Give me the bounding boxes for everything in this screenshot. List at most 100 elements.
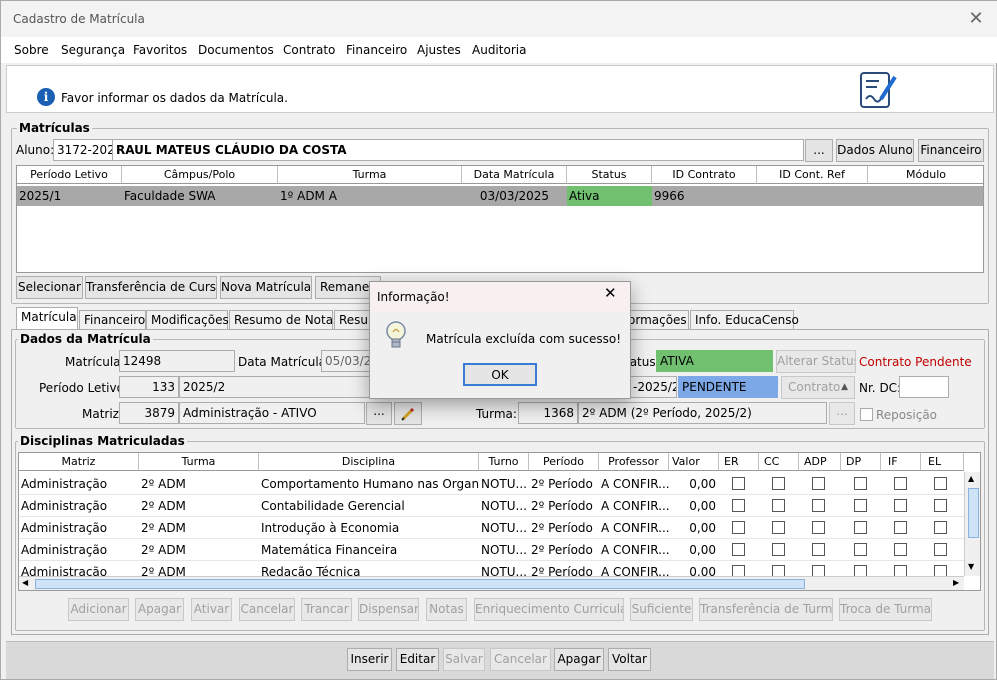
salvar-button[interactable]: Salvar	[443, 648, 485, 671]
checkbox[interactable]	[854, 543, 867, 556]
scroll-up-icon[interactable]: ▲	[968, 474, 974, 483]
checkbox[interactable]	[772, 499, 785, 512]
col-header[interactable]: DP	[841, 453, 881, 471]
tab-modificacoes[interactable]: Modificações	[146, 310, 229, 329]
troca-turma-button[interactable]: Troca de Turma	[839, 598, 932, 621]
checkbox[interactable]	[894, 543, 907, 556]
turma-search-button[interactable]: ...	[829, 402, 855, 425]
menu-auditoria[interactable]: Auditoria	[472, 43, 526, 57]
alterar-status-button[interactable]: Alterar Status	[776, 350, 856, 373]
table-row[interactable]: Administração 2º ADM Contabilidade Gerenci…	[19, 495, 964, 517]
checkbox[interactable]	[854, 499, 867, 512]
checkbox[interactable]	[894, 499, 907, 512]
checkbox[interactable]	[934, 521, 947, 534]
trancar-button[interactable]: Trancar	[301, 598, 352, 621]
contrato-button[interactable]: Contrato ▲	[781, 376, 855, 399]
col-header[interactable]: Status	[567, 166, 652, 184]
checkbox[interactable]	[772, 477, 785, 490]
col-header[interactable]: Data Matrícula	[462, 166, 567, 184]
checkbox[interactable]	[894, 477, 907, 490]
voltar-button[interactable]: Voltar	[608, 648, 651, 671]
col-header[interactable]: CC	[759, 453, 799, 471]
checkbox[interactable]	[812, 521, 825, 534]
col-header[interactable]: ID Contrato	[652, 166, 757, 184]
table-row[interactable]: 2025/1 Faculdade SWA 1º ADM A 03/03/2025…	[17, 186, 983, 206]
turma-code-field[interactable]: 1368	[518, 402, 578, 424]
aluno-search-button[interactable]: ...	[805, 139, 833, 162]
matricula-field[interactable]: 12498	[119, 350, 235, 372]
checkbox[interactable]	[894, 521, 907, 534]
transferencia-curso-button[interactable]: Transferência de Curso	[85, 276, 217, 299]
checkbox[interactable]	[854, 477, 867, 490]
hscroll-thumb[interactable]	[35, 579, 805, 589]
adicionar-button[interactable]: Adicionar	[68, 598, 129, 621]
cancelar-button[interactable]: Cancelar	[490, 648, 551, 671]
checkbox[interactable]	[772, 521, 785, 534]
tab-informacoes[interactable]: ormações	[623, 310, 689, 329]
checkbox[interactable]	[732, 499, 745, 512]
matriz-code-field[interactable]: 3879	[119, 402, 179, 424]
data-matricula-field[interactable]: 05/03/20	[321, 350, 371, 372]
transferencia-turma-button[interactable]: Transferência de Turma	[699, 598, 833, 621]
menu-ajustes[interactable]: Ajustes	[417, 43, 461, 57]
col-header[interactable]: Período	[529, 453, 599, 471]
periodo-field[interactable]: 2025/2	[179, 376, 371, 398]
dialog-close-icon[interactable]: ✕	[604, 284, 617, 302]
ativar-button[interactable]: Ativar	[191, 598, 232, 621]
menu-sobre[interactable]: Sobre	[14, 43, 49, 57]
col-header[interactable]: EL	[921, 453, 964, 471]
table-row[interactable]: Administração 2º ADM Introdução à Economia…	[19, 517, 964, 539]
checkbox[interactable]	[812, 499, 825, 512]
col-header[interactable]: Turno	[479, 453, 529, 471]
menu-contrato[interactable]: Contrato	[283, 43, 335, 57]
reposicao-checkbox[interactable]	[860, 408, 873, 421]
periodo-code-field[interactable]: 133	[119, 376, 179, 398]
scroll-right-icon[interactable]: ▶	[953, 578, 959, 587]
aluno-name-field[interactable]: RAUL MATEUS CLÁUDIO DA COSTA	[112, 139, 804, 161]
col-header[interactable]: Câmpus/Polo	[122, 166, 278, 184]
checkbox[interactable]	[812, 477, 825, 490]
col-header[interactable]: Professor	[599, 453, 669, 471]
col-header[interactable]: Turma	[278, 166, 462, 184]
checkbox[interactable]	[732, 543, 745, 556]
col-header[interactable]: Matriz	[19, 453, 139, 471]
col-header[interactable]: ER	[719, 453, 759, 471]
col-header[interactable]: Período Letivo	[17, 166, 122, 184]
menu-financeiro[interactable]: Financeiro	[346, 43, 407, 57]
dispensar-button[interactable]: Dispensar	[358, 598, 419, 621]
col-header[interactable]: IF	[881, 453, 921, 471]
pencil-icon[interactable]	[394, 402, 422, 425]
checkbox[interactable]	[934, 543, 947, 556]
col-header[interactable]: ADP	[799, 453, 841, 471]
checkbox[interactable]	[934, 499, 947, 512]
enriquecimento-button[interactable]: Enriquecimento Curricular	[474, 598, 624, 621]
apagar-button[interactable]: Apagar	[554, 648, 604, 671]
checkbox[interactable]	[854, 521, 867, 534]
inserir-button[interactable]: Inserir	[347, 648, 392, 671]
col-header[interactable]: Turma	[139, 453, 259, 471]
checkbox[interactable]	[732, 521, 745, 534]
scroll-left-icon[interactable]: ◀	[22, 578, 28, 587]
col-header[interactable]: ID Cont. Ref	[757, 166, 868, 184]
cancelar-disc-button[interactable]: Cancelar	[239, 598, 295, 621]
apagar-disc-button[interactable]: Apagar	[135, 598, 184, 621]
selecionar-button[interactable]: Selecionar	[16, 276, 83, 299]
vertical-scrollbar[interactable]: ▲ ▼	[964, 472, 980, 576]
checkbox[interactable]	[772, 543, 785, 556]
tab-financeiro[interactable]: Financeiro	[79, 310, 146, 329]
ok-button[interactable]: OK	[463, 363, 537, 386]
checkbox[interactable]	[812, 543, 825, 556]
col-header[interactable]: Módulo	[868, 166, 983, 184]
table-row[interactable]: Administração 2º ADM Comportamento Humano …	[19, 473, 964, 495]
scroll-down-icon[interactable]: ▼	[968, 562, 974, 571]
editar-button[interactable]: Editar	[396, 648, 439, 671]
contrato-code-field[interactable]: -2025/2	[629, 376, 677, 398]
aluno-code-field[interactable]: 3172-2024	[53, 139, 113, 161]
tab-matricula[interactable]: Matrícula	[16, 307, 78, 330]
close-icon[interactable]: ✕	[964, 7, 988, 31]
horizontal-scrollbar[interactable]: ◀ ▶	[19, 576, 964, 590]
checkbox[interactable]	[732, 477, 745, 490]
tab-resumo[interactable]: Resum	[334, 310, 380, 329]
notas-button[interactable]: Notas	[426, 598, 467, 621]
menu-favoritos[interactable]: Favoritos	[133, 43, 187, 57]
